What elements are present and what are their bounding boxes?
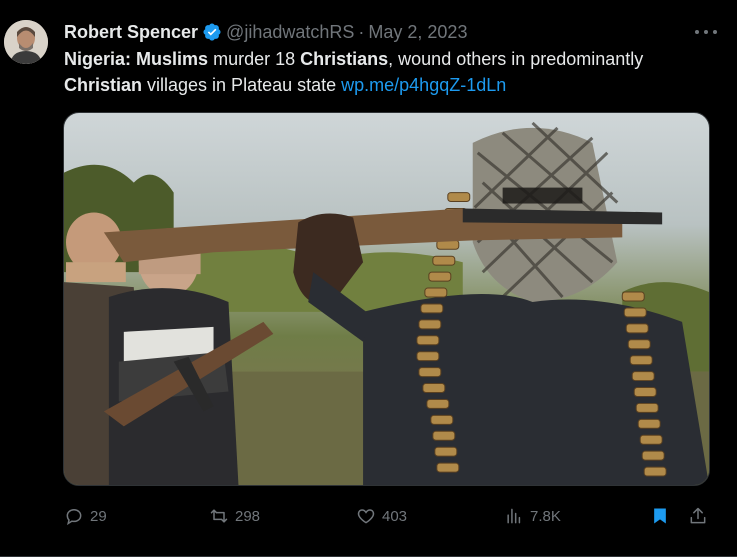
tweet[interactable]: Robert Spencer @jihadwatchRS · May 2, 20… [0, 0, 737, 557]
retweet-count: 298 [235, 507, 261, 525]
views-button[interactable]: 7.8K [504, 500, 561, 532]
retweet-button[interactable]: 298 [209, 500, 260, 532]
bookmark-button[interactable] [650, 500, 670, 532]
share-button[interactable] [688, 500, 708, 532]
views-chart-icon [507, 508, 521, 524]
text-bold-nigeria: Nigeria: [64, 49, 132, 69]
avatar[interactable] [4, 20, 48, 64]
tweet-media-image[interactable] [63, 112, 710, 486]
text-segment: murder 18 [208, 49, 301, 69]
like-count: 403 [382, 507, 408, 525]
separator-dot: · [358, 21, 365, 42]
reply-count: 29 [90, 507, 107, 525]
tweet-header: Robert Spencer @jihadwatchRS · May 2, 20… [64, 20, 467, 44]
author-handle[interactable]: @jihadwatchRS [226, 22, 354, 43]
heart-icon [357, 509, 375, 524]
tweet-text: Nigeria: Muslims murder 18 Christians, w… [64, 46, 714, 98]
media-photo [64, 121, 709, 485]
more-options-icon[interactable] [695, 24, 717, 40]
reply-button[interactable]: 29 [64, 500, 107, 532]
text-bold-christian: Christian [64, 75, 143, 95]
retweet-icon [210, 509, 228, 523]
action-bar: 29 298 403 7.8K [64, 500, 714, 532]
tweet-link[interactable]: wp.me/p4hgqZ-1dLn [341, 75, 506, 95]
bookmark-icon [654, 508, 666, 524]
views-count: 7.8K [530, 507, 561, 525]
tweet-date[interactable]: May 2, 2023 [368, 22, 467, 43]
text-segment: , wound others in predominantly [388, 49, 644, 69]
verified-badge-icon [202, 22, 222, 42]
text-bold-muslims: Muslims [136, 49, 209, 69]
text-segment: villages in Plateau state [142, 75, 342, 95]
avatar-image [4, 20, 48, 64]
reply-icon [66, 508, 82, 526]
author-name[interactable]: Robert Spencer [64, 22, 198, 43]
share-icon [690, 507, 706, 524]
text-bold-christians: Christians [300, 49, 389, 69]
like-button[interactable]: 403 [356, 500, 407, 532]
